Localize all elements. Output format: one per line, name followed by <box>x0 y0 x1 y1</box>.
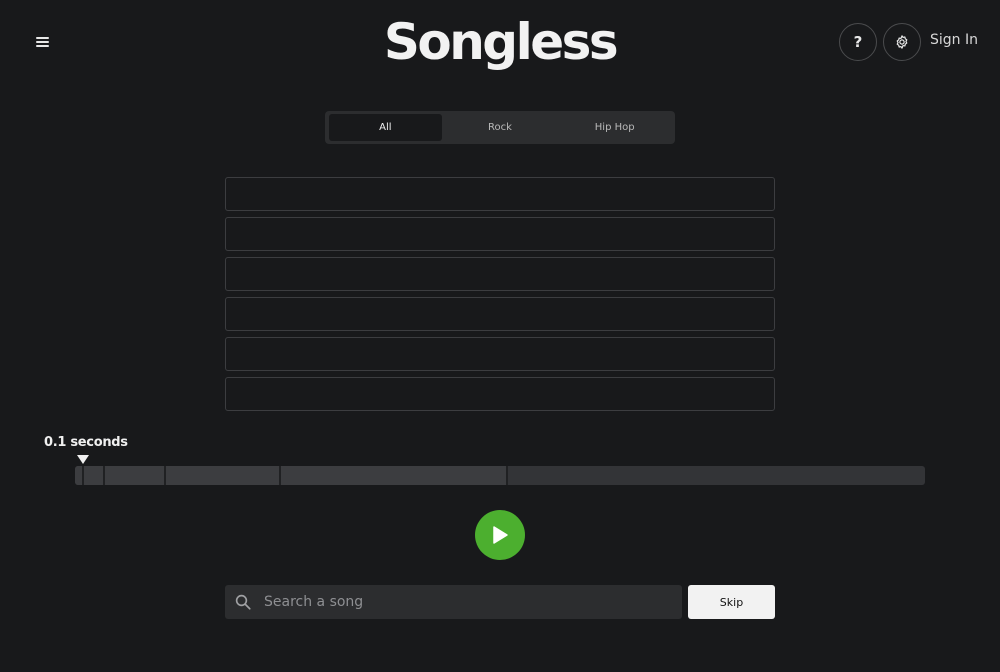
timeline-segment-divider <box>279 466 281 485</box>
gear-icon <box>896 35 908 49</box>
guess-slot-2 <box>225 217 775 251</box>
guess-slot-6 <box>225 377 775 411</box>
guess-list <box>225 177 775 417</box>
playhead-marker-icon <box>77 455 89 464</box>
tab-hip-hop[interactable]: Hip Hop <box>558 114 671 141</box>
guess-slot-3 <box>225 257 775 291</box>
timeline-unlocked-region <box>75 466 507 485</box>
sign-in-link[interactable]: Sign In <box>930 32 978 48</box>
play-icon <box>493 526 508 544</box>
guess-slot-5 <box>225 337 775 371</box>
search-icon <box>235 594 251 610</box>
search-bar <box>225 585 682 619</box>
timeline-track[interactable] <box>75 466 925 485</box>
duration-label: 0.1 seconds <box>44 435 128 450</box>
skip-button[interactable]: Skip <box>688 585 775 619</box>
settings-button[interactable] <box>883 23 921 61</box>
play-button[interactable] <box>475 510 525 560</box>
guess-slot-4 <box>225 297 775 331</box>
help-button[interactable]: ? <box>839 23 877 61</box>
timeline-segment-divider <box>103 466 105 485</box>
songless-app: Songless ? Sign In All Rock Hip Hop 0.1 … <box>0 0 1000 672</box>
tab-all[interactable]: All <box>329 114 442 141</box>
timeline-segment-divider <box>82 466 84 485</box>
search-input[interactable] <box>262 586 682 618</box>
question-icon: ? <box>853 33 863 51</box>
tab-rock[interactable]: Rock <box>444 114 557 141</box>
guess-slot-1 <box>225 177 775 211</box>
timeline-segment-divider <box>506 466 508 485</box>
timeline-segment-divider <box>164 466 166 485</box>
genre-tabs: All Rock Hip Hop <box>325 111 675 144</box>
